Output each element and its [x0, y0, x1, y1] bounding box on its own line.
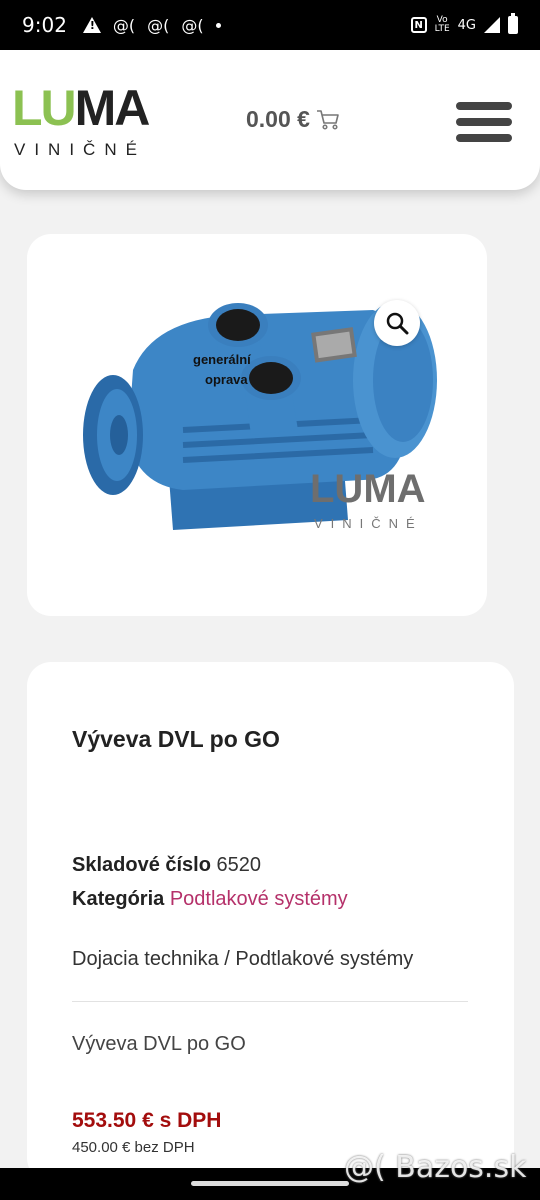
sku-row: Skladové číslo 6520 — [72, 854, 261, 877]
notification-icons: @( @( @( — [82, 15, 221, 35]
hamburger-menu-button[interactable] — [456, 102, 512, 142]
home-gesture-handle[interactable] — [191, 1181, 349, 1186]
more-notifications-dot-icon — [215, 22, 221, 28]
sku-label: Skladové číslo — [72, 854, 211, 876]
logo-lu: LU — [12, 80, 77, 136]
image-watermark-tagline: VINIČNÉ — [314, 516, 423, 531]
price-with-vat: 553.50 € s DPH — [72, 1109, 222, 1132]
notification-icon: @( — [181, 15, 204, 35]
product-breadcrumb: Dojacia technika / Podtlakové systémy — [72, 948, 414, 970]
product-title: Výveva DVL po GO — [72, 726, 280, 752]
warning-icon — [82, 17, 101, 33]
status-time: 9:02 — [22, 13, 67, 37]
hamburger-bar — [456, 118, 512, 126]
network-type: 4G — [457, 17, 476, 33]
battery-icon — [508, 13, 518, 34]
zoom-button[interactable] — [374, 300, 420, 346]
nfc-icon: N — [410, 17, 427, 33]
category-label: Kategória — [72, 888, 165, 910]
product-description: Výveva DVL po GO — [72, 1033, 246, 1055]
status-bar: 9:02 @( @( @( N Vo LTE 4G — [0, 0, 540, 50]
bazos-watermark: @( Bazos.sk — [344, 1150, 527, 1185]
category-link[interactable]: Podtlakové systémy — [170, 888, 348, 910]
volte-bottom: LTE — [434, 24, 450, 34]
cart-total: 0.00 € — [246, 106, 310, 132]
product-info-card: Výveva DVL po GO Skladové číslo 6520 Kat… — [27, 662, 514, 1182]
logo-tagline: VINIČNÉ — [14, 140, 146, 159]
image-overlay-line2: oprava — [205, 372, 248, 387]
cart-icon — [316, 109, 339, 130]
magnifier-icon — [386, 312, 409, 335]
volte-icon: Vo LTE — [435, 16, 450, 34]
category-row: Kategória Podtlakové systémy — [72, 888, 348, 911]
image-watermark-logo: LUMA — [310, 467, 426, 511]
logo-wordmark: LUMA — [12, 83, 150, 133]
cart-button[interactable]: 0.00 € — [246, 106, 340, 133]
notification-icon: @( — [112, 15, 136, 35]
sku-value: 6520 — [216, 854, 262, 876]
signal-icon — [484, 17, 500, 33]
logo-ma: MA — [74, 80, 151, 136]
system-icons: N Vo LTE 4G — [410, 13, 518, 34]
hamburger-bar — [456, 134, 512, 142]
price-without-vat: 450.00 € bez DPH — [72, 1139, 195, 1156]
product-image-card: generální oprava LUMA VINIČNÉ — [27, 234, 487, 616]
hamburger-bar — [456, 102, 512, 110]
image-overlay-line1: generální — [193, 352, 251, 367]
site-header: LUMA VINIČNÉ 0.00 € — [0, 50, 540, 190]
site-logo[interactable]: LUMA VINIČNÉ — [12, 83, 150, 160]
divider — [72, 1001, 468, 1002]
notification-icon: @( — [147, 15, 170, 35]
